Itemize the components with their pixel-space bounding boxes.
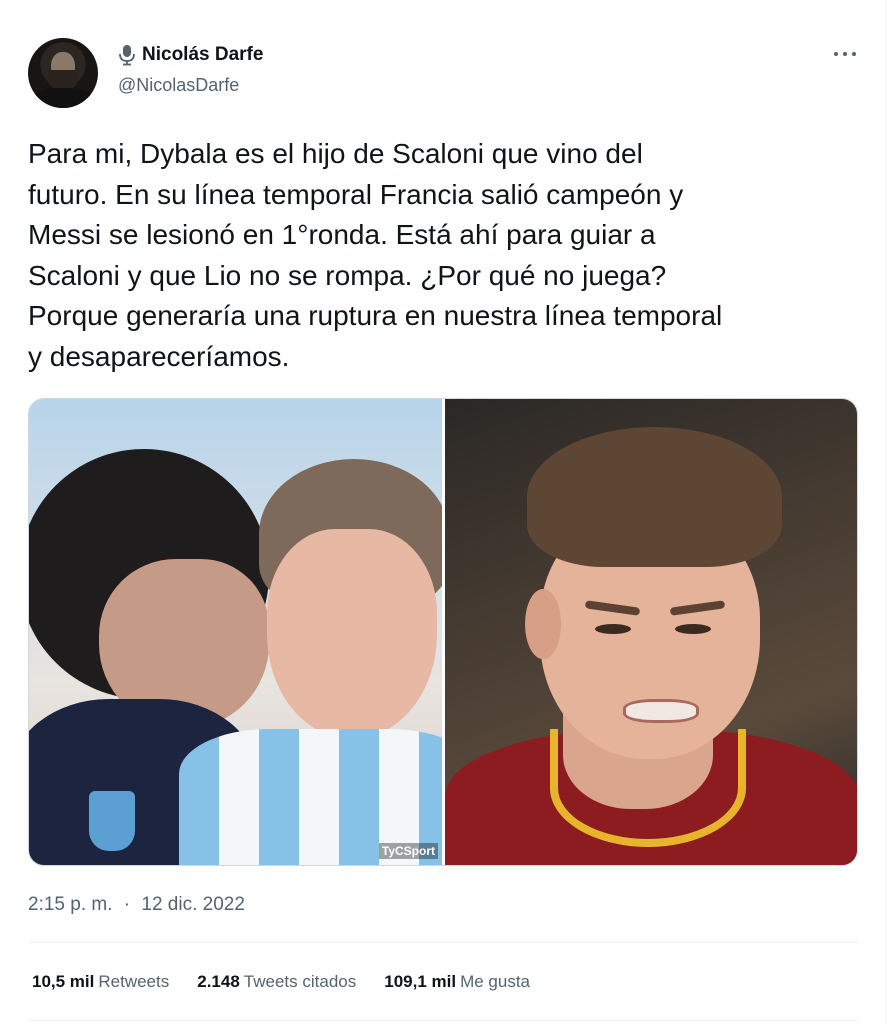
tweet-timestamp: 2:15 p. m. · 12 dic. 2022 [28,892,245,918]
author-display-name-row[interactable]: Nicolás Darfe [118,42,263,68]
microphone-icon [119,45,135,66]
quotes-count: 2.148 [197,972,240,991]
divider [28,942,859,943]
retweets-stat[interactable]: 10,5 mil Retweets [32,969,169,995]
avatar-shirt [33,88,93,108]
author-display-name[interactable]: Nicolás Darfe [142,42,263,68]
avatar-beard [48,70,78,90]
tweet-text: Para mi, Dybala es el hijo de Scaloni qu… [28,138,723,372]
quotes-stat[interactable]: 2.148 Tweets citados [197,969,356,995]
tweet-stats: 10,5 mil Retweets 2.148 Tweets citados 109… [32,969,558,995]
watermark-label: TyCSport [378,843,438,859]
meta-separator: · [123,894,131,915]
tweet-time[interactable]: 2:15 p. m. [28,894,113,915]
photo-shape [623,699,699,723]
tweet-header: Nicolás Darfe @NicolasDarfe [28,38,858,110]
more-dot [852,52,856,56]
likes-label: Me gusta [460,972,531,991]
author-names: Nicolás Darfe @NicolasDarfe [118,42,263,98]
photo-shape [675,624,711,634]
photo-shape [527,427,782,567]
photo-shape [595,624,631,634]
divider [28,1020,859,1021]
media-photo-right[interactable] [445,399,857,865]
tweet-date[interactable]: 12 dic. 2022 [141,894,245,915]
author-handle[interactable]: @NicolasDarfe [118,72,263,98]
photo-shape [525,589,561,659]
media-photo-left[interactable]: TyCSport [29,399,442,865]
tweet-media[interactable]: TyCSport [28,398,858,866]
likes-stat[interactable]: 109,1 mil Me gusta [384,969,530,995]
photo-shape [267,529,437,739]
tweet-card: Nicolás Darfe @NicolasDarfe Para mi, Dyb… [0,0,887,1024]
more-dot [843,52,847,56]
more-dot [834,52,838,56]
retweets-label: Retweets [98,972,170,991]
retweets-count: 10,5 mil [32,972,95,991]
afa-badge-icon [89,791,135,851]
more-options-icon[interactable] [832,44,858,64]
likes-count: 109,1 mil [384,972,457,991]
avatar[interactable] [28,38,98,108]
quotes-label: Tweets citados [243,972,357,991]
